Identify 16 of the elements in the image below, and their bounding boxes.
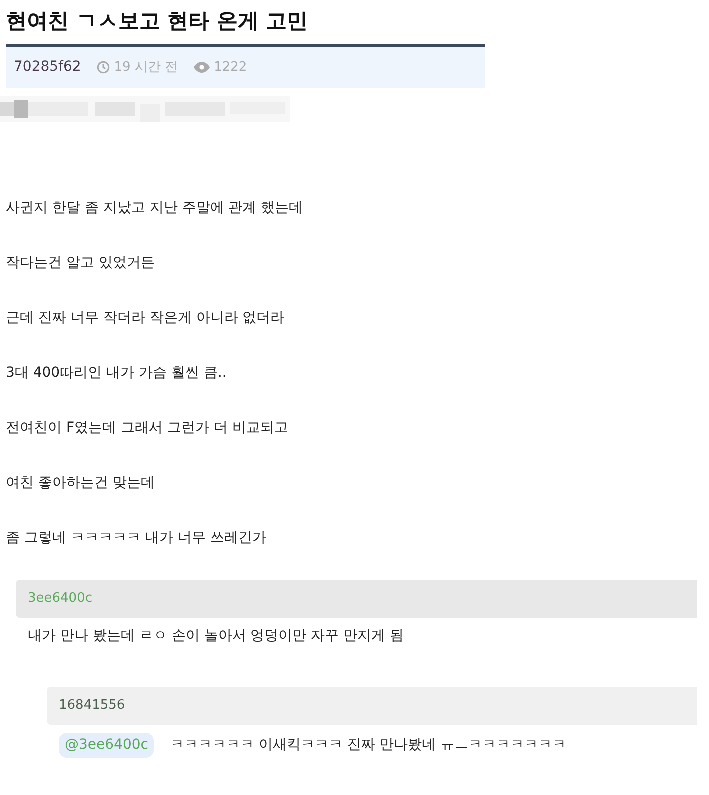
comment-text: ㅋㅋㅋㅋㅋㅋ 이새킥ㅋㅋㅋ 진짜 만나봤네 ㅠㅡㅋㅋㅋㅋㅋㅋㅋ	[170, 736, 566, 755]
post-paragraph: 근데 진짜 너무 작더라 작은게 아니라 없더라	[6, 309, 286, 328]
post-paragraph: 작다는건 알고 있었거든	[6, 254, 156, 273]
view-count: 1222	[214, 58, 248, 77]
post-paragraph: 사귄지 한달 좀 지났고 지난 주말에 관계 했는데	[6, 199, 304, 218]
comment-author[interactable]: 16841556	[59, 696, 126, 716]
comment-text: 내가 만나 봤는데 ㄹㅇ 손이 놀아서 엉덩이만 자꾸 만지게 됨	[28, 627, 404, 646]
clock-icon	[97, 61, 110, 74]
post-paragraph: 3대 400따리인 내가 가슴 훨씬 큼..	[6, 364, 228, 383]
post-time: 19 시간 전	[114, 58, 178, 77]
post-paragraph: 좀 그렇네 ㅋㅋㅋㅋㅋ 내가 너무 쓰레긴가	[6, 529, 268, 548]
post-author[interactable]: 70285f62	[14, 57, 82, 78]
eye-icon	[194, 62, 210, 73]
post-paragraph: 전여친이 F였는데 그래서 그런가 더 비교되고	[6, 419, 290, 438]
post-paragraph: 여친 좋아하는건 맞는데	[6, 474, 156, 493]
post-title: 현여친 ㄱㅅ보고 현타 온게 고민	[6, 8, 310, 35]
